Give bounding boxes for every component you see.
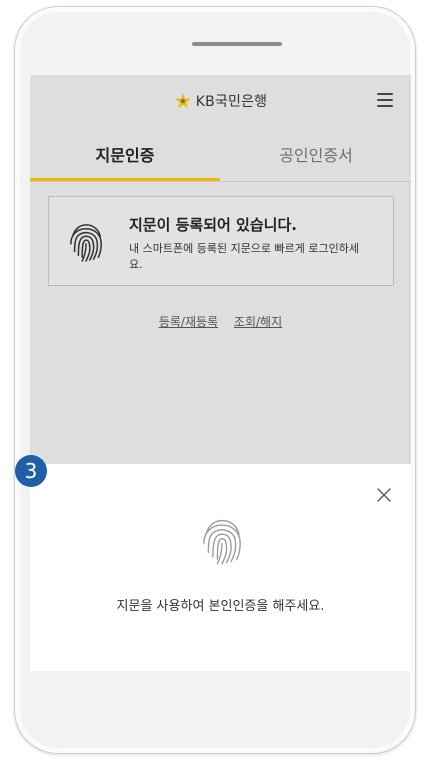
hamburger-menu-icon[interactable] — [377, 93, 393, 107]
close-icon[interactable] — [375, 486, 393, 504]
auth-tabs: 지문인증 공인인증서 — [30, 127, 411, 182]
tab-fingerprint-auth[interactable]: 지문인증 — [30, 127, 220, 181]
fingerprint-auth-sheet: 지문을 사용하여 본인인증을 해주세요. — [30, 464, 411, 671]
fingerprint-links: 등록/재등록 조회/해지 — [30, 313, 411, 330]
manage-link[interactable]: 조회/해지 — [234, 315, 282, 329]
tab-certificate-auth[interactable]: 공인인증서 — [221, 127, 411, 181]
fingerprint-icon — [203, 519, 241, 565]
app-header: KB국민은행 — [30, 75, 411, 127]
bank-name: KB국민은행 — [195, 94, 268, 110]
kb-star-logo-icon — [174, 92, 191, 109]
phone-speaker — [192, 42, 282, 46]
active-tab-indicator — [30, 178, 220, 181]
app-screen: KB국민은행 지문인증 공인인증서 지문이 등록되어 있습니다. 내 스마트폰에… — [30, 75, 411, 671]
sheet-message: 지문을 사용하여 본인인증을 해주세요. — [116, 599, 325, 614]
register-link[interactable]: 등록/재등록 — [159, 315, 218, 329]
bank-logo: KB국민은행 — [30, 91, 411, 111]
fingerprint-status-card: 지문이 등록되어 있습니다. 내 스마트폰에 등록된 지문으로 빠르게 로그인하… — [48, 196, 394, 286]
fingerprint-icon — [70, 224, 102, 262]
card-description: 내 스마트폰에 등록된 지문으로 빠르게 로그인하세요. — [129, 242, 360, 271]
step-number-badge: 3 — [15, 455, 47, 487]
card-title: 지문이 등록되어 있습니다. — [129, 216, 297, 234]
